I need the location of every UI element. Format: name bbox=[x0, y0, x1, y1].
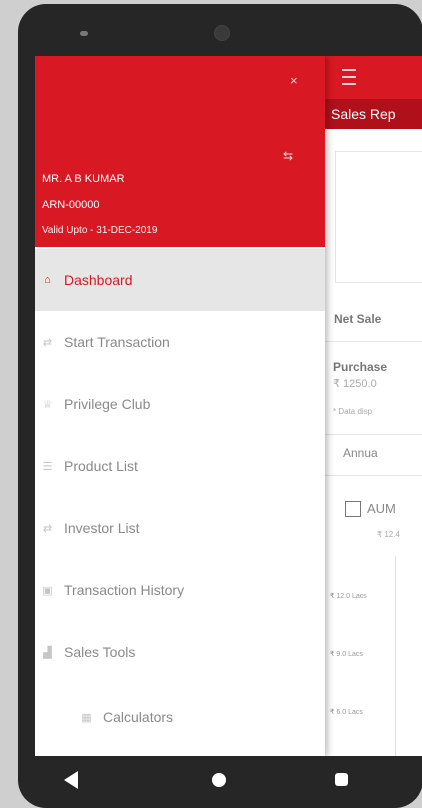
purchase-value: ₹ 1250.0 bbox=[333, 378, 377, 390]
speaker-icon bbox=[80, 31, 88, 36]
app-top-bar bbox=[325, 56, 422, 99]
purchase-label: Purchase bbox=[333, 360, 388, 374]
menu-item-product-list[interactable]: ☰ Product List bbox=[35, 435, 325, 497]
system-nav-bar bbox=[18, 756, 422, 808]
menu-item-privilege-club[interactable]: ♕ Privilege Club bbox=[35, 373, 325, 435]
menu-item-transaction-history[interactable]: ▣ Transaction History bbox=[35, 559, 325, 621]
menu-item-label: Privilege Club bbox=[64, 396, 151, 412]
drawer-header: × ⇆ MR. A B KUMAR ARN-00000 Valid Upto -… bbox=[35, 56, 325, 247]
menu-item-calculators[interactable]: ▦ Calculators bbox=[35, 686, 325, 748]
y-axis-label: ₹ 12.0 Lacs bbox=[330, 593, 367, 600]
investor-icon: ⇄ bbox=[42, 522, 53, 535]
y-axis-label: ₹ 6.0 Lacs bbox=[330, 709, 363, 716]
menu-item-sales-tools[interactable]: ▟ Sales Tools bbox=[35, 621, 325, 683]
menu-item-label: Investor List bbox=[64, 520, 140, 536]
phone-frame: Sales Rep Net Sale Purchase ₹ 1250.0 * D… bbox=[18, 4, 422, 808]
validity-text: Valid Upto - 31-DEC-2019 bbox=[42, 225, 158, 236]
aum-value: ₹ 12.4 bbox=[377, 530, 400, 539]
menu-item-label: Transaction History bbox=[64, 582, 185, 598]
chart-icon: ▟ bbox=[43, 646, 52, 659]
menu-item-label: Start Transaction bbox=[64, 334, 170, 350]
user-arn: ARN-00000 bbox=[42, 199, 100, 211]
period-tabs: Annua bbox=[325, 434, 422, 476]
home-circle-icon[interactable] bbox=[212, 773, 226, 787]
aum-checkbox[interactable] bbox=[345, 501, 361, 517]
close-icon[interactable]: × bbox=[290, 73, 298, 88]
menu-item-start-transaction[interactable]: ⇄ Start Transaction bbox=[35, 311, 325, 373]
data-note: * Data disp bbox=[333, 407, 373, 416]
trophy-icon: ♕ bbox=[42, 398, 53, 411]
tab-annual[interactable]: Annua bbox=[343, 446, 378, 460]
menu-item-label: Product List bbox=[64, 458, 138, 474]
divider bbox=[325, 341, 422, 342]
hamburger-menu-icon[interactable] bbox=[342, 69, 356, 85]
home-icon: ⌂ bbox=[44, 274, 51, 286]
summary-card bbox=[335, 151, 422, 283]
y-axis-label: ₹ 9.0 Lacs bbox=[330, 651, 363, 658]
menu-item-label: Calculators bbox=[103, 709, 174, 725]
menu-item-label: Dashboard bbox=[64, 272, 133, 288]
recent-apps-icon[interactable] bbox=[335, 773, 348, 786]
camera-icon bbox=[214, 25, 230, 41]
history-icon: ▣ bbox=[42, 584, 53, 597]
menu-item-dashboard[interactable]: ⌂ Dashboard bbox=[35, 249, 325, 311]
transaction-icon: ⇄ bbox=[42, 336, 53, 349]
user-name: MR. A B KUMAR bbox=[42, 173, 125, 185]
calculator-icon: ▦ bbox=[81, 711, 92, 724]
screen: Sales Rep Net Sale Purchase ₹ 1250.0 * D… bbox=[35, 56, 422, 756]
switch-account-icon[interactable]: ⇆ bbox=[283, 149, 293, 163]
navigation-drawer: × ⇆ MR. A B KUMAR ARN-00000 Valid Upto -… bbox=[35, 56, 325, 756]
aum-label: AUM bbox=[367, 501, 396, 516]
list-icon: ☰ bbox=[42, 460, 53, 473]
menu-item-label: Sales Tools bbox=[64, 644, 136, 660]
net-sales-label: Net Sale bbox=[334, 312, 382, 326]
menu-item-investor-list[interactable]: ⇄ Investor List bbox=[35, 497, 325, 559]
chart-axis bbox=[395, 556, 396, 756]
back-icon[interactable] bbox=[64, 771, 78, 789]
page-title: Sales Rep bbox=[325, 99, 422, 129]
